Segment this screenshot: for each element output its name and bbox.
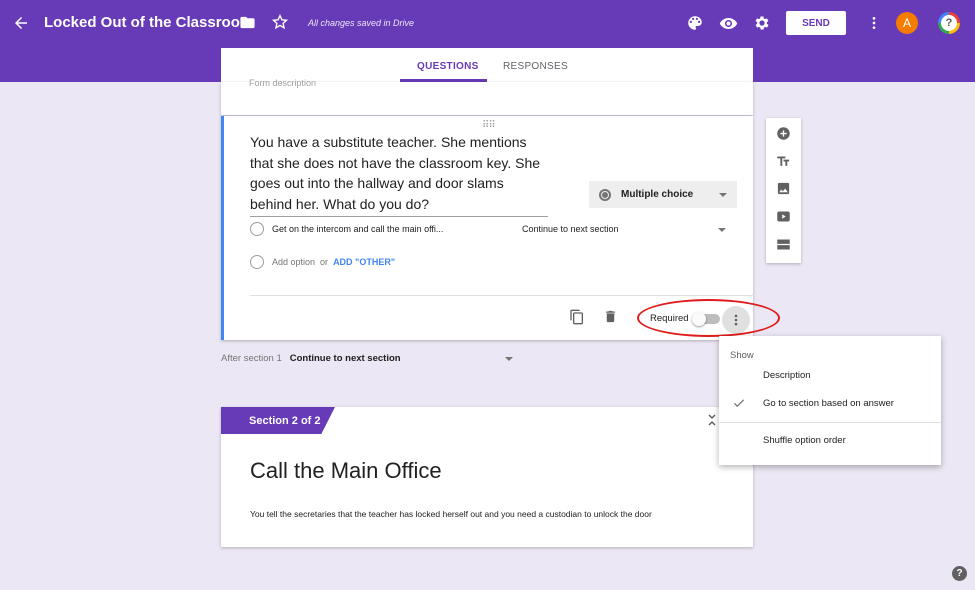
save-status: All changes saved in Drive xyxy=(308,18,415,28)
question-type-dropdown[interactable]: Multiple choice xyxy=(589,181,737,208)
option-text-field[interactable]: Get on the intercom and call the main of… xyxy=(272,224,443,234)
menu-header: Show xyxy=(730,350,754,361)
form-header-card: Form description xyxy=(221,78,753,115)
help-question-icon[interactable]: ? xyxy=(952,566,967,581)
section-title[interactable]: Call the Main Office xyxy=(250,458,442,484)
floating-toolbar xyxy=(766,118,801,263)
form-description-field[interactable]: Form description xyxy=(249,78,316,88)
form-title[interactable]: Locked Out of the Classroom xyxy=(44,14,253,31)
add-title-text-icon[interactable] xyxy=(776,154,791,169)
settings-gear-icon[interactable] xyxy=(753,14,771,32)
menu-item-shuffle-options[interactable]: Shuffle option order xyxy=(763,435,846,446)
drag-handle-icon[interactable]: ⠿⠿ xyxy=(482,120,496,131)
question-title-field[interactable]: You have a substitute teacher. She menti… xyxy=(250,132,548,217)
back-arrow-icon[interactable] xyxy=(12,14,30,32)
star-icon[interactable] xyxy=(271,13,289,31)
tab-questions[interactable]: QUESTIONS xyxy=(417,61,479,72)
menu-item-go-to-section[interactable]: Go to section based on answer xyxy=(763,398,894,409)
chevron-down-icon[interactable] xyxy=(718,228,726,232)
or-text: or xyxy=(320,257,329,267)
add-question-icon[interactable] xyxy=(776,126,791,141)
question-options-menu: Show Description Go to section based on … xyxy=(719,336,941,465)
question-type-label: Multiple choice xyxy=(621,189,694,200)
after-section-navigation: After section 1 Continue to next section xyxy=(221,353,401,364)
menu-divider xyxy=(719,422,941,423)
chevron-down-icon[interactable] xyxy=(505,357,513,361)
after-section-label: After section 1 xyxy=(221,353,282,364)
tab-responses[interactable]: RESPONSES xyxy=(503,61,568,72)
help-icon[interactable]: ? xyxy=(938,12,960,34)
help-glyph: ? xyxy=(941,15,957,31)
folder-icon[interactable] xyxy=(239,14,256,31)
section-tab-label: Section 2 of 2 xyxy=(221,407,335,434)
section-description[interactable]: You tell the secretaries that the teache… xyxy=(250,509,652,519)
collapse-section-icon[interactable] xyxy=(707,413,717,427)
add-option-row: Add option or ADD "OTHER" xyxy=(250,255,395,269)
checkmark-icon xyxy=(732,396,746,410)
delete-trash-icon[interactable] xyxy=(603,309,618,324)
option-goto-section-dropdown[interactable]: Continue to next section xyxy=(522,224,619,234)
chevron-down-icon xyxy=(719,192,728,197)
footer-divider xyxy=(250,295,754,296)
duplicate-icon[interactable] xyxy=(569,309,585,325)
add-video-icon[interactable] xyxy=(776,209,791,224)
menu-item-description[interactable]: Description xyxy=(763,370,811,381)
top-toolbar: Locked Out of the Classroom All changes … xyxy=(0,0,975,48)
preview-eye-icon[interactable] xyxy=(719,14,738,33)
account-avatar[interactable]: A xyxy=(896,12,918,34)
radio-button-icon xyxy=(250,255,264,269)
tab-bar: QUESTIONS RESPONSES xyxy=(221,48,753,82)
send-button[interactable]: SEND xyxy=(786,11,846,35)
add-image-icon[interactable] xyxy=(776,181,791,196)
more-options-icon[interactable] xyxy=(866,15,882,31)
option-row: Get on the intercom and call the main of… xyxy=(250,222,443,236)
radio-button-checked-icon xyxy=(599,188,611,201)
section-card: Section 2 of 2 Call the Main Office You … xyxy=(221,407,753,547)
add-section-icon[interactable] xyxy=(776,237,791,252)
annotation-highlight-oval xyxy=(637,299,780,337)
add-option-link[interactable]: Add option xyxy=(272,257,315,267)
radio-button-icon xyxy=(250,222,264,236)
add-other-link[interactable]: ADD "OTHER" xyxy=(333,257,395,267)
after-section-dropdown[interactable]: Continue to next section xyxy=(290,353,401,364)
palette-icon[interactable] xyxy=(686,14,704,32)
